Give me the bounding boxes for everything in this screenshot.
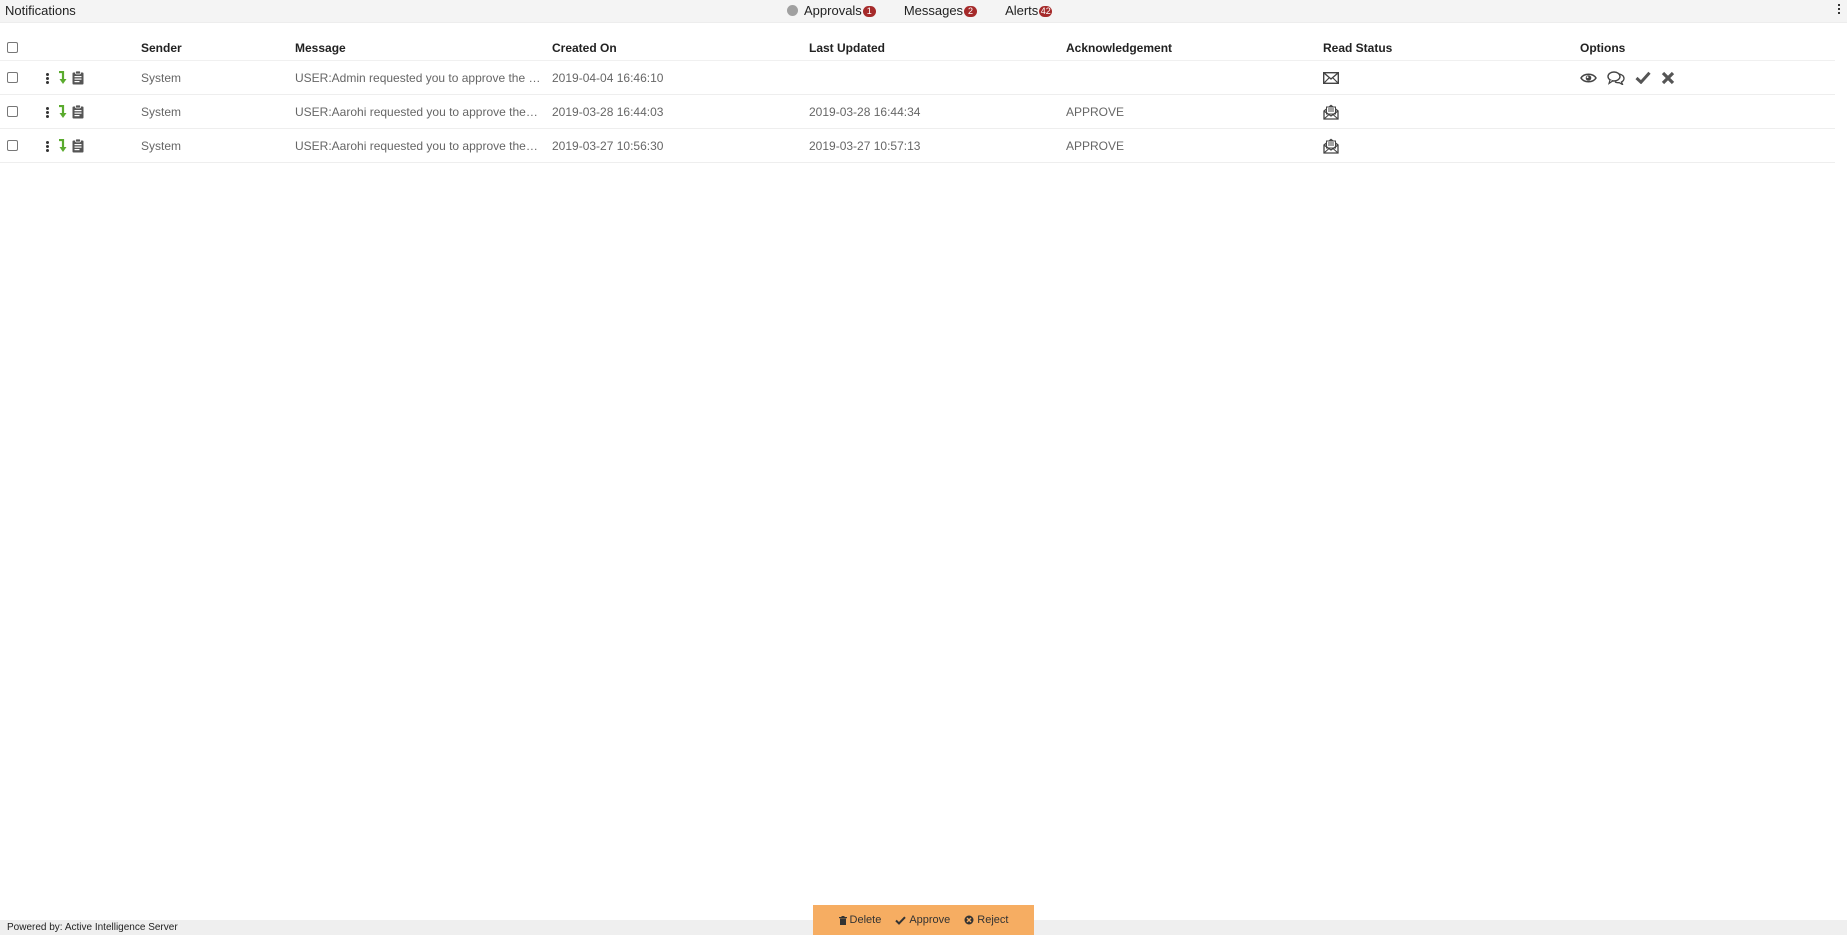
messages-count-badge: 2	[964, 6, 978, 17]
tab-approvals-label: Approvals	[804, 3, 862, 18]
row-checkbox[interactable]	[7, 140, 18, 151]
comments-icon[interactable]	[1607, 70, 1625, 85]
notifications-table: Sender Message Created On Last Updated A…	[0, 35, 1835, 163]
bulk-action-bar: Delete Approve Reject	[813, 905, 1034, 935]
column-header-created-on[interactable]: Created On	[552, 35, 792, 60]
last-updated-cell: 2019-03-27 10:57:13	[809, 138, 921, 153]
alerts-count-badge: 42	[1039, 6, 1053, 17]
approve-button[interactable]: Approve	[895, 914, 950, 926]
table-header-row: Sender Message Created On Last Updated A…	[0, 35, 1835, 61]
column-header-message[interactable]: Message	[295, 35, 541, 60]
times-icon[interactable]	[1661, 71, 1675, 85]
envelope-open-icon	[1323, 138, 1339, 154]
acknowledgement-cell: APPROVE	[1066, 104, 1125, 119]
arrow-turn-down-icon[interactable]	[58, 138, 68, 153]
clipboard-icon[interactable]	[72, 70, 84, 85]
delete-button-label: Delete	[849, 914, 882, 926]
table-row[interactable]: System USER:Admin requested you to appro…	[0, 61, 1835, 95]
column-header-acknowledgement[interactable]: Acknowledgement	[1066, 35, 1306, 60]
row-checkbox[interactable]	[7, 106, 18, 117]
active-tab-dot-icon	[787, 5, 798, 16]
table-row[interactable]: System USER:Aarohi requested you to appr…	[0, 95, 1835, 129]
check-icon	[895, 916, 907, 925]
envelope-open-icon	[1323, 104, 1339, 120]
sender-cell: System	[141, 104, 182, 119]
tab-messages-label: Messages	[903, 3, 964, 18]
more-vert-icon[interactable]	[44, 141, 50, 153]
column-header-options: Options	[1580, 40, 1626, 55]
column-header-last-updated[interactable]: Last Updated	[809, 35, 1049, 60]
message-cell: USER:Aarohi requested you to approve the…	[295, 104, 541, 119]
times-circle-icon	[964, 915, 974, 925]
row-checkbox[interactable]	[7, 72, 18, 83]
approvals-count-badge: 1	[862, 6, 876, 17]
arrow-turn-down-icon[interactable]	[58, 104, 68, 119]
last-updated-cell: 2019-03-28 16:44:34	[809, 104, 921, 119]
tab-approvals[interactable]: Approvals 1	[787, 3, 876, 18]
delete-button[interactable]: Delete	[838, 914, 882, 926]
message-cell: USER:Admin requested you to approve the …	[295, 70, 541, 85]
created-on-cell: 2019-04-04 16:46:10	[552, 70, 664, 85]
powered-by-text: Powered by: Active Intelligence Server	[7, 922, 178, 933]
clipboard-icon[interactable]	[72, 104, 84, 119]
acknowledgement-cell: APPROVE	[1066, 138, 1125, 153]
envelope-closed-icon	[1323, 71, 1339, 84]
table-row[interactable]: System USER:Aarohi requested you to appr…	[0, 129, 1835, 163]
top-bar: Notifications Approvals 1 Messages 2 Ale…	[0, 0, 1847, 23]
reject-button[interactable]: Reject	[964, 914, 1008, 926]
more-vert-icon[interactable]	[44, 73, 50, 85]
more-options-icon[interactable]	[1837, 3, 1841, 17]
column-header-read-status[interactable]: Read Status	[1323, 35, 1523, 60]
clipboard-icon[interactable]	[72, 138, 84, 153]
message-cell: USER:Aarohi requested you to approve the…	[295, 138, 541, 153]
select-all-checkbox[interactable]	[7, 42, 18, 53]
tab-messages[interactable]: Messages 2	[903, 3, 978, 18]
sender-cell: System	[141, 138, 182, 153]
trash-icon	[838, 915, 847, 925]
created-on-cell: 2019-03-27 10:56:30	[552, 138, 664, 153]
reject-button-label: Reject	[977, 914, 1009, 926]
eye-icon[interactable]	[1580, 72, 1597, 84]
tab-alerts[interactable]: Alerts 42	[1005, 3, 1053, 18]
column-header-sender[interactable]: Sender	[141, 35, 281, 60]
approve-button-label: Approve	[909, 914, 951, 926]
acknowledgement-cell	[1066, 61, 1306, 94]
created-on-cell: 2019-03-28 16:44:03	[552, 104, 664, 119]
last-updated-cell	[809, 61, 1049, 94]
arrow-turn-down-icon[interactable]	[58, 70, 68, 85]
tab-alerts-label: Alerts	[1005, 3, 1039, 18]
page-title: Notifications	[5, 3, 76, 18]
sender-cell: System	[141, 70, 182, 85]
check-icon[interactable]	[1635, 71, 1651, 84]
more-vert-icon[interactable]	[44, 107, 50, 119]
notification-tabs: Approvals 1 Messages 2 Alerts 42	[787, 3, 1053, 18]
